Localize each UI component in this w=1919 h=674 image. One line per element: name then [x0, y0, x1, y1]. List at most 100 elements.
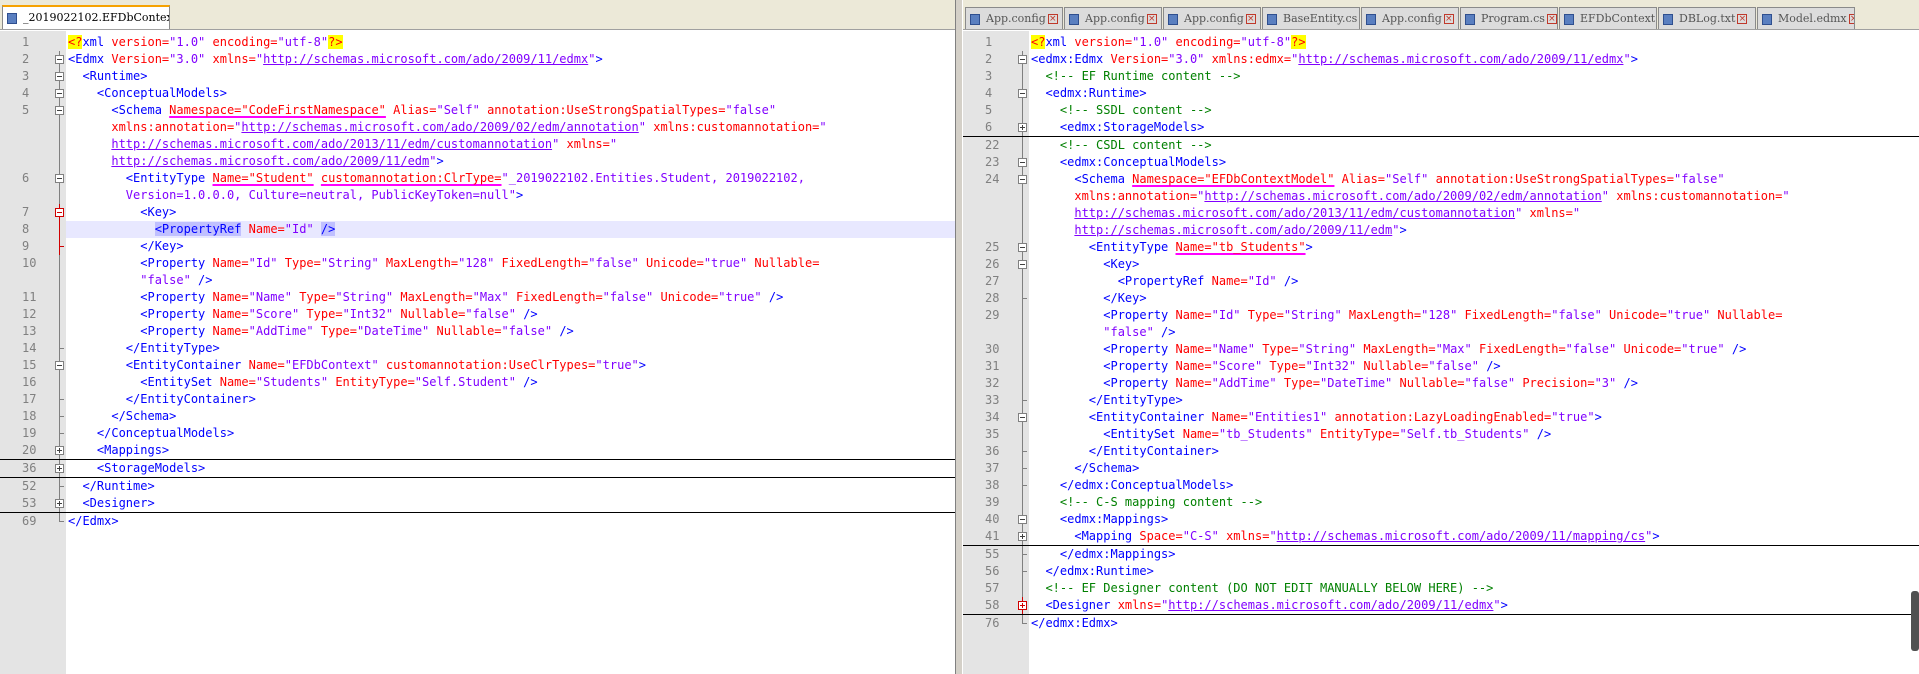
close-icon[interactable]: × — [1245, 14, 1256, 24]
code-token: Name="Student" — [212, 171, 314, 185]
code-token: FixedLength= — [1457, 308, 1552, 322]
code-text: </Key> — [1029, 290, 1919, 307]
close-icon[interactable]: × — [1546, 14, 1557, 24]
fold-minus-icon[interactable] — [1018, 413, 1027, 422]
fold-minus-icon[interactable] — [52, 68, 66, 85]
close-icon[interactable]: × — [1146, 14, 1157, 24]
editor-tab[interactable]: App.config × — [965, 7, 1063, 29]
fold-line — [59, 255, 60, 272]
fold-minus-icon[interactable] — [52, 85, 66, 102]
fold-plus-icon[interactable] — [55, 446, 64, 455]
code-token: xmlns:edmx= — [1204, 52, 1292, 66]
fold-minus-icon[interactable] — [1018, 175, 1027, 184]
editor-tab[interactable]: App.config × — [1064, 7, 1162, 29]
fold-minus-icon[interactable] — [52, 102, 66, 119]
fold-minus-icon[interactable] — [1015, 171, 1029, 188]
fold-minus-icon[interactable] — [55, 361, 64, 370]
fold-line — [1022, 610, 1023, 614]
fold-minus-icon[interactable] — [55, 208, 64, 217]
fold-plus-icon[interactable] — [1015, 119, 1029, 136]
code-token: http://schemas.microsoft.com/ado/2013/11… — [1074, 206, 1516, 220]
fold-minus-icon[interactable] — [55, 72, 64, 81]
fold-minus-icon[interactable] — [52, 357, 66, 374]
fold-plus-icon[interactable] — [1018, 601, 1027, 610]
right-editor[interactable]: 1 <?xml version="1.0" encoding="utf-8"?> 2… — [963, 31, 1919, 674]
code-line: 39 <!-- C-S mapping content --> — [963, 494, 1919, 511]
fold-plus-icon[interactable] — [1018, 532, 1027, 541]
code-line: Version=1.0.0.0, Culture=neutral, Public… — [0, 187, 955, 204]
code-token: "false" — [1565, 342, 1617, 356]
fold-plus-icon[interactable] — [1018, 123, 1027, 132]
editor-tab[interactable]: EFDbContext.cs× — [1559, 7, 1657, 29]
fold-plus-icon[interactable] — [55, 499, 64, 508]
fold-plus-icon[interactable] — [52, 460, 66, 477]
fold-minus-icon[interactable] — [1015, 154, 1029, 171]
fold-minus-icon[interactable] — [1018, 515, 1027, 524]
fold-minus-icon[interactable] — [1015, 239, 1029, 256]
fold-minus-icon[interactable] — [55, 106, 64, 115]
code-token: /> — [761, 290, 784, 304]
editor-tab[interactable]: App.config × — [1361, 7, 1459, 29]
editor-tab[interactable]: Program.cs × — [1460, 7, 1558, 29]
code-text: xmlns:annotation="http://schemas.microso… — [66, 119, 955, 136]
code-text: <Runtime> — [66, 68, 955, 85]
scrollbar-thumb[interactable] — [1911, 591, 1919, 651]
fold-plus-icon[interactable] — [52, 442, 66, 459]
fold-minus-icon[interactable] — [1018, 55, 1027, 64]
code-token: "String" — [320, 256, 379, 270]
editor-tab[interactable]: _2019022102.EFDbContext.edmx× — [2, 5, 170, 29]
fold-minus-icon[interactable] — [1018, 89, 1027, 98]
fold-marker — [52, 119, 66, 136]
fold-minus-icon[interactable] — [1015, 511, 1029, 528]
fold-plus-icon[interactable] — [52, 495, 66, 512]
editor-tab[interactable]: DBLog.txt × — [1658, 7, 1756, 29]
code-lines: 1 <?xml version="1.0" encoding="utf-8"?> 2… — [963, 34, 1919, 632]
line-number: 40 — [985, 512, 1000, 526]
file-icon — [1663, 13, 1673, 25]
code-text: <Property Name="AddTime" Type="DateTime"… — [66, 323, 955, 340]
code-text: Version=1.0.0.0, Culture=neutral, Public… — [66, 187, 955, 204]
fold-minus-icon[interactable] — [1018, 260, 1027, 269]
editor-tab[interactable]: App.config × — [1163, 7, 1261, 29]
code-text: http://schemas.microsoft.com/ado/2009/11… — [1029, 222, 1919, 239]
code-token: xmlns:customannotation= — [646, 120, 820, 134]
close-icon[interactable]: × — [1359, 14, 1360, 24]
fold-minus-icon[interactable] — [1015, 409, 1029, 426]
fold-minus-icon[interactable] — [55, 89, 64, 98]
fold-minus-icon[interactable] — [52, 170, 66, 187]
left-editor[interactable]: 1 <?xml version="1.0" encoding="utf-8"?> 2… — [0, 31, 955, 674]
code-text: <Key> — [1029, 256, 1919, 273]
code-token: <? — [68, 35, 83, 49]
code-token: http://schemas.microsoft.com/ado/2013/11… — [111, 137, 553, 151]
fold-minus-icon[interactable] — [52, 51, 66, 68]
fold-minus-icon[interactable] — [1015, 85, 1029, 102]
pane-splitter[interactable] — [955, 0, 963, 674]
code-line: 29 <Property Name="Id" Type="String" Max… — [963, 307, 1919, 324]
code-token: <PropertyRef — [1031, 274, 1212, 288]
close-icon[interactable]: × — [1047, 14, 1058, 24]
fold-line — [1022, 132, 1023, 136]
fold-minus-icon[interactable] — [52, 204, 66, 221]
fold-minus-icon[interactable] — [55, 55, 64, 64]
fold-minus-icon[interactable] — [1015, 256, 1029, 273]
code-token: xmlns= — [559, 137, 610, 151]
fold-minus-icon[interactable] — [1018, 243, 1027, 252]
close-icon[interactable]: × — [1848, 14, 1854, 24]
fold-plus-icon[interactable] — [1015, 597, 1029, 614]
fold-plus-icon[interactable] — [1015, 528, 1029, 545]
code-line: 19 </ConceptualModels> — [0, 425, 955, 442]
fold-plus-icon[interactable] — [55, 464, 64, 473]
editor-tab[interactable]: BaseEntity.cs× — [1262, 7, 1360, 29]
fold-minus-icon[interactable] — [55, 174, 64, 183]
close-icon[interactable]: × — [1443, 14, 1454, 24]
code-text: </EntityContainer> — [1029, 443, 1919, 460]
code-text: <Property Name="Name" Type="String" MaxL… — [1029, 341, 1919, 358]
code-token: EntityType= — [1312, 427, 1400, 441]
fold-minus-icon[interactable] — [1018, 158, 1027, 167]
code-token: > — [1652, 529, 1660, 543]
fold-minus-icon[interactable] — [1015, 51, 1029, 68]
editor-tab[interactable]: Model.edmx× — [1757, 7, 1855, 29]
code-token: xml — [82, 35, 112, 49]
fold-line — [1022, 375, 1023, 392]
close-icon[interactable]: × — [1737, 14, 1748, 24]
